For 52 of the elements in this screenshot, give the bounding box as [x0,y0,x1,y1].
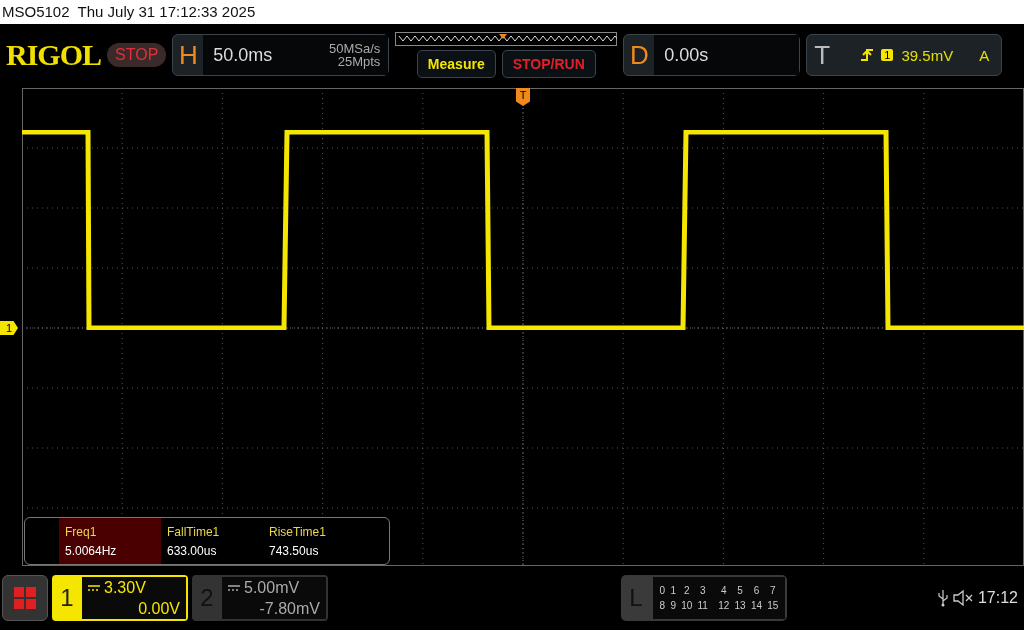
logic-channel-number: 9 [669,600,677,611]
logic-channel-number: 1 [669,585,677,596]
logic-channel-number: 11 [696,600,709,611]
usb-icon [937,589,948,607]
rising-edge-icon [861,48,874,62]
logic-channel-number: 6 [752,585,761,596]
logic-channel-number: 3 [698,585,707,596]
logic-channel-number: 0 [658,585,667,596]
horizontal-label: H [177,39,199,71]
trigger-source: 1 [881,49,894,61]
delay-value: 0.00s [654,35,800,75]
logic-channel-number: 8 [658,600,667,611]
channel-scale: 3.30V [104,578,146,597]
horizontal-panel[interactable]: H 50.0ms 50MSa/s 25Mpts [172,34,390,76]
logic-channel-number: 4 [719,585,728,596]
trigger-position-marker[interactable]: T [516,88,530,106]
channel-panel[interactable]: 1 3.30V 0.00V [52,575,188,621]
measurement-item[interactable]: FallTime1 633.00us [161,518,263,564]
toolbar-button[interactable]: STOP/RUN [501,50,596,78]
window-title: MSO5102 Thu July 31 17:12:33 2025 [2,3,256,20]
clock-time: 17:12 [977,589,1018,607]
measurement-item[interactable]: RiseTime1 743.50us [263,518,365,564]
trigger-mode: A [979,46,990,64]
menu-button[interactable] [2,575,48,621]
channel-offset: -7.80mV [258,599,320,618]
logic-channel-number: 10 [680,600,694,611]
trigger-label: T [813,39,832,71]
logic-channel-number: 15 [766,600,780,611]
delay-panel[interactable]: D 0.00s [623,34,801,76]
logo: RIGOL [6,38,102,72]
run-state-badge: STOP [107,43,167,67]
delay-label: D [628,39,650,71]
dc-coupling-icon [228,584,240,591]
logic-channel-number: 2 [682,585,691,596]
muted-speaker-icon[interactable] [951,589,974,607]
trigger-level: 39.5mV [901,46,955,64]
logic-channel-number: 7 [769,585,777,596]
toolbar-button[interactable]: Measure [416,50,496,78]
sample-rate: 50MSa/s 25Mpts [329,35,389,75]
channel-marker[interactable]: 1 [0,321,18,335]
logic-channel-number: 14 [749,600,763,611]
grid-icon [14,587,36,609]
channel-offset: 0.00V [137,599,180,618]
logic-channel-number: 5 [736,585,744,596]
channel-scale: 5.00mV [244,578,300,597]
logic-channel-number: 12 [717,600,731,611]
measurement-item[interactable]: Freq1 5.0064Hz [59,518,161,564]
channel-number: 1 [59,583,75,613]
timebase-value: 50.0ms [203,35,329,75]
dc-coupling-icon [88,584,100,591]
logic-channel-number: 13 [733,600,747,611]
trigger-panel[interactable]: T 1 39.5mV A [806,34,1003,76]
